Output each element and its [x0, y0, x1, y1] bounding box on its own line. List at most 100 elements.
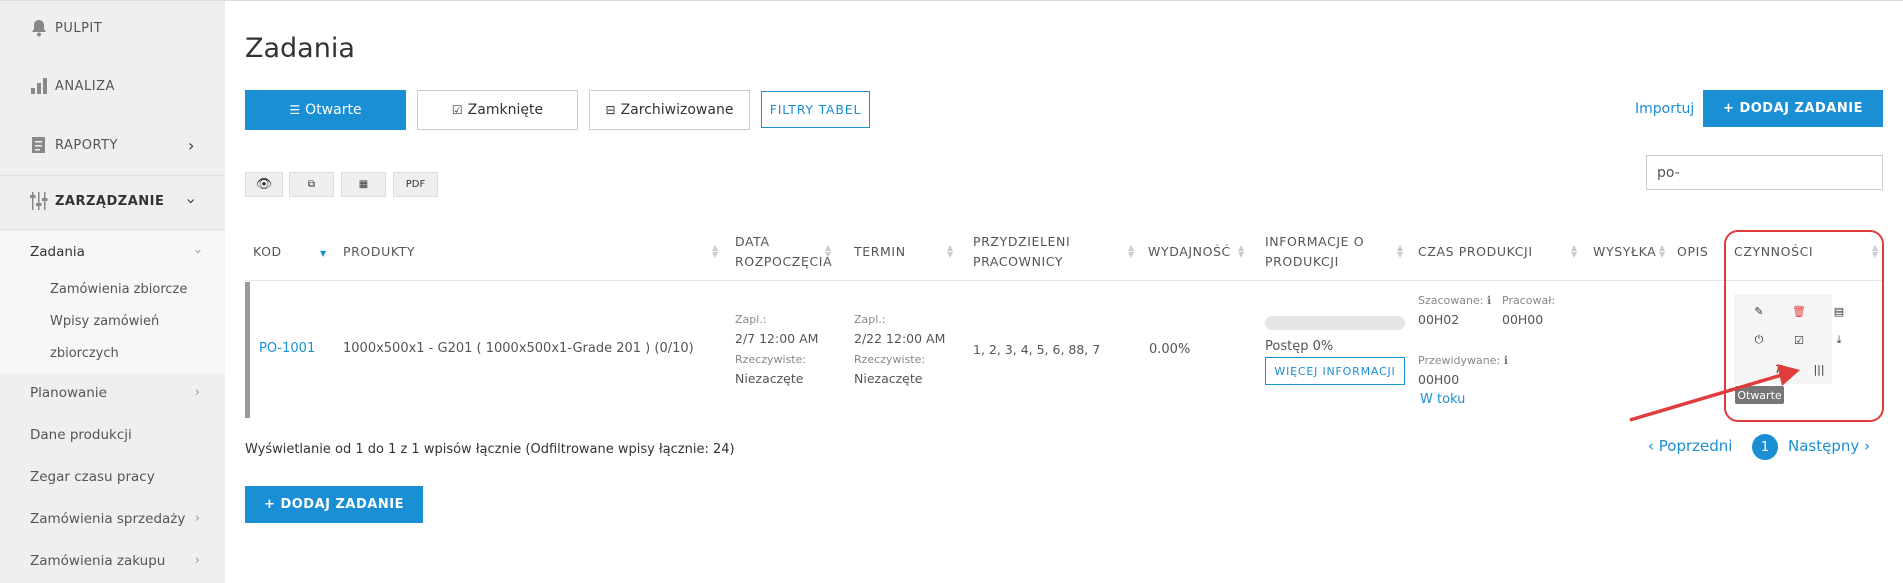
filtry-tabel-button[interactable]: FILTRY TABEL — [761, 91, 870, 128]
sidebar-item-zadania[interactable]: Zadania › — [30, 244, 205, 260]
pdf-label: PDF — [405, 179, 426, 190]
tab-zarchiwizowane[interactable]: ⊟ Zarchiwizowane — [589, 90, 750, 130]
sidebar-item-planowanie[interactable]: Planowanie › — [30, 385, 200, 401]
column-visibility-button[interactable]: 👁 — [245, 172, 283, 197]
row-pracownicy: 1, 2, 3, 4, 5, 6, 88, 7 — [973, 342, 1101, 357]
row-kod-link[interactable]: PO-1001 — [259, 341, 315, 356]
copy-button[interactable]: ⧉ — [289, 172, 334, 197]
tab-zamkniete[interactable]: ☑ Zamknięte — [417, 90, 578, 130]
sidebar-item-label: ANALIZA — [55, 78, 115, 94]
header-wysylka[interactable]: WYSYŁKA — [1593, 242, 1656, 262]
main-content: Zadania ☰ Otwarte ☑ Zamknięte ⊟ Zarchiwi… — [225, 0, 1903, 583]
bell-icon — [29, 17, 49, 39]
sidebar-item-label: ZARZĄDZANIE — [55, 193, 165, 209]
wiecej-informacji-button[interactable]: WIĘCEJ INFORMACJI — [1265, 357, 1405, 385]
chevron-left-icon: ‹ — [1648, 437, 1654, 455]
row-start-actual: Niezaczęte — [735, 371, 804, 386]
row-start-actual-label: Rzeczywiste: — [735, 353, 807, 366]
header-produkty[interactable]: PRODUKTY — [343, 242, 415, 262]
importuj-link[interactable]: Importuj — [1635, 101, 1694, 117]
przewidywane-label: Przewidywane: — [1418, 354, 1501, 367]
progress-bar — [1265, 316, 1405, 330]
chevron-down-icon: › — [189, 248, 205, 255]
header-kod[interactable]: KOD — [253, 242, 282, 262]
row-termin-actual-label: Rzeczywiste: — [854, 353, 926, 366]
header-wydajnosc[interactable]: WYDAJNOŚĆ — [1148, 242, 1231, 262]
sidebar-item-zamowienia-zakupu[interactable]: Zamówienia zakupu › — [30, 553, 200, 569]
sort-icon[interactable]: ▲ ▼ — [1659, 244, 1665, 259]
sidebar-item-dane-produkcji[interactable]: Dane produkcji — [30, 427, 200, 443]
header-opis[interactable]: OPIS — [1677, 242, 1708, 262]
sort-icon[interactable]: ▲ ▼ — [712, 244, 718, 259]
row-status-link[interactable]: W toku — [1420, 392, 1465, 407]
sidebar-item-label: Zamówienia zakupu — [30, 553, 166, 569]
chevron-right-icon: › — [194, 553, 200, 568]
sort-icon[interactable]: ▲ ▼ — [947, 244, 953, 259]
chevron-right-icon: › — [1864, 437, 1871, 455]
row-produkty: 1000x500x1 - G201 ( 1000x500x1-Grade 201… — [343, 341, 694, 356]
sort-icon[interactable]: ▲ ▼ — [1571, 244, 1577, 259]
sort-desc-icon[interactable]: ▼ — [320, 250, 326, 258]
chevron-right-icon: › — [194, 511, 200, 526]
eye-icon: 👁 — [255, 177, 273, 192]
add-task-button-top[interactable]: + DODAJ ZADANIE — [1703, 90, 1883, 127]
row-start-planned: 2/7 12:00 AM — [735, 331, 819, 346]
info-icon[interactable]: ℹ — [1504, 354, 1508, 367]
tab-label: Zarchiwizowane — [620, 102, 734, 118]
tab-label: Otwarte — [305, 102, 362, 118]
sidebar-item-analiza[interactable]: ANALIZA — [0, 75, 225, 97]
sidebar-item-raporty[interactable]: RAPORTY › — [0, 134, 225, 156]
table-icon: ▦ — [358, 179, 369, 190]
sidebar-item-label: PULPIT — [55, 20, 103, 36]
page-title: Zadania — [245, 33, 355, 64]
sort-icon[interactable]: ▲ ▼ — [1238, 244, 1244, 259]
list-icon: ☰ — [289, 103, 301, 117]
sidebar-item-pulpit[interactable]: PULPIT — [0, 17, 225, 39]
prev-page-link[interactable]: ‹ Poprzedni — [1648, 437, 1732, 455]
row-status-bar — [245, 282, 250, 418]
pdf-button[interactable]: PDF — [393, 172, 438, 197]
next-page-link[interactable]: Następny › — [1788, 437, 1870, 455]
header-informacje[interactable]: INFORMACJE O PRODUKCJI — [1265, 232, 1375, 272]
row-przewidywane: 00H00 — [1418, 372, 1460, 387]
sidebar-subitem-wpisy-zamowien[interactable]: Wpisy zamówień — [50, 314, 159, 329]
sidebar-item-zamowienia-sprzedazy[interactable]: Zamówienia sprzedaży › — [30, 511, 200, 527]
table-info: Wyświetlanie od 1 do 1 z 1 wpisów łączni… — [245, 442, 735, 457]
sidebar-item-label: Zegar czasu pracy — [30, 469, 155, 485]
copy-icon: ⧉ — [307, 179, 316, 190]
sidebar-item-label: Zadania — [30, 244, 85, 260]
row-pracowal: 00H00 — [1502, 312, 1544, 327]
header-data-rozpoczecia[interactable]: DATA ROZPOCZĘCIA — [735, 232, 835, 272]
sidebar-subitem-wpisy-zamowien-cont[interactable]: zbiorczych — [50, 346, 119, 361]
prev-label: Poprzedni — [1658, 437, 1733, 455]
search-input[interactable] — [1646, 155, 1883, 190]
tab-otwarte[interactable]: ☰ Otwarte — [245, 90, 406, 130]
sidebar-subitem-zamowienia-zbiorcze[interactable]: Zamówienia zbiorcze — [50, 282, 187, 297]
sidebar-item-label: Planowanie — [30, 385, 107, 401]
row-szacowane-label: Szacowane: ℹ — [1418, 294, 1491, 307]
header-przydzieleni[interactable]: PRZYDZIELENI PRACOWNICY — [973, 232, 1093, 272]
sort-icon[interactable]: ▲ ▼ — [1397, 244, 1403, 259]
add-task-button-bottom[interactable]: + DODAJ ZADANIE — [245, 486, 423, 523]
tab-label: Zamknięte — [467, 102, 544, 118]
info-icon[interactable]: ℹ — [1487, 294, 1491, 307]
sort-icon[interactable]: ▲ ▼ — [825, 244, 831, 259]
row-termin-planned: 2/22 12:00 AM — [854, 331, 946, 346]
header-termin[interactable]: TERMIN — [854, 242, 906, 262]
divider — [0, 229, 225, 230]
inbox-icon: ⊟ — [605, 103, 616, 117]
row-wydajnosc: 0.00% — [1149, 342, 1191, 357]
szacowane-label: Szacowane: — [1418, 294, 1484, 307]
bar-chart-icon — [29, 75, 49, 97]
excel-button[interactable]: ▦ — [341, 172, 386, 197]
sidebar-item-zegar[interactable]: Zegar czasu pracy — [30, 469, 200, 485]
chevron-down-icon: › — [181, 197, 201, 205]
sidebar-item-label: Dane produkcji — [30, 427, 132, 443]
annotation-arrow — [1629, 364, 1800, 422]
sidebar: PULPIT ANALIZA RAPORTY › ZARZĄDZANIE › Z… — [0, 0, 225, 583]
sidebar-item-zarzadzanie[interactable]: ZARZĄDZANIE › — [0, 190, 225, 212]
header-czas-produkcji[interactable]: CZAS PRODUKCJI — [1418, 242, 1533, 262]
sort-icon[interactable]: ▲ ▼ — [1128, 244, 1134, 259]
page-1-button[interactable]: 1 — [1752, 434, 1778, 460]
divider — [0, 175, 225, 176]
